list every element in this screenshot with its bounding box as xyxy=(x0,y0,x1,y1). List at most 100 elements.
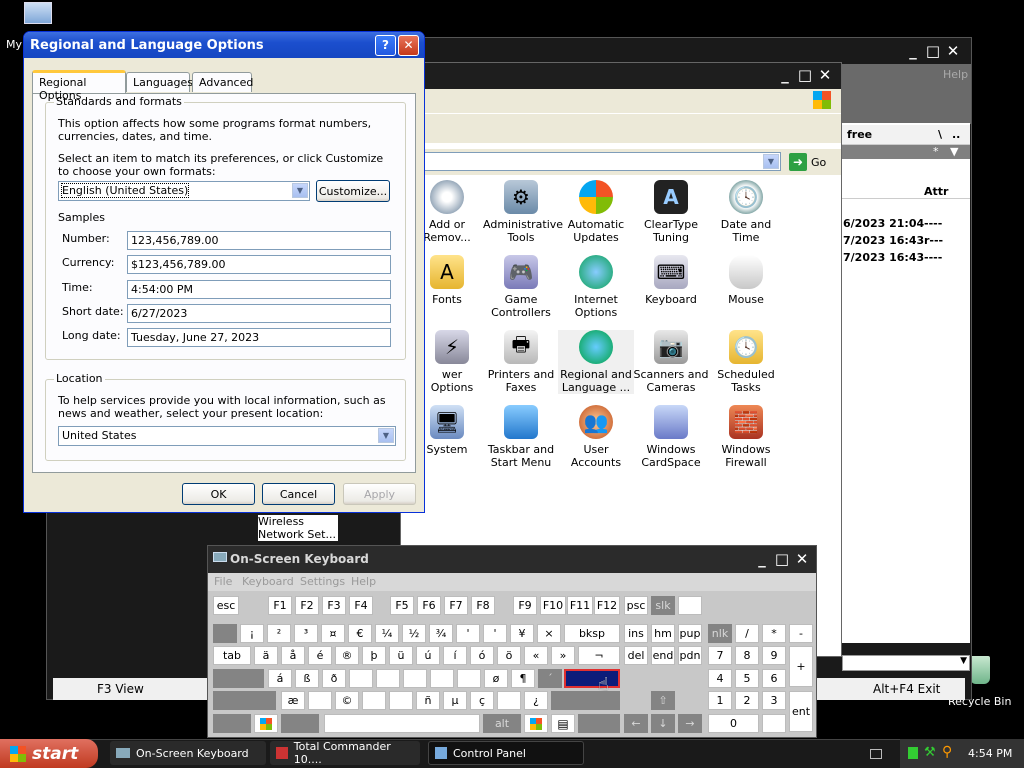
tray-keyboard-icon[interactable] xyxy=(870,749,882,759)
cp-item-wireless-network[interactable]: Wireless Network Set... xyxy=(258,515,338,541)
ok-button[interactable]: OK xyxy=(182,483,255,505)
tc-minimize-button[interactable]: _ xyxy=(903,42,923,60)
osk-key[interactable]: ' xyxy=(483,624,507,643)
osk-key[interactable]: 3 xyxy=(762,691,786,710)
help-button[interactable]: ? xyxy=(375,34,396,56)
cp-item-fonts[interactable]: A Fonts xyxy=(420,255,474,306)
osk-key[interactable]: ç xyxy=(470,691,494,710)
cp-item-printers-faxes[interactable]: 🖶 Printers and Faxes xyxy=(483,330,559,394)
tc-root-button[interactable]: \ xyxy=(938,128,942,141)
osk-key[interactable]: esc xyxy=(213,596,239,615)
taskbar-item-total-commander[interactable]: Total Commander 10.... xyxy=(270,740,420,766)
tab-languages[interactable]: Languages xyxy=(126,72,193,92)
osk-key[interactable]: 2 xyxy=(735,691,759,710)
osk-key[interactable]: 4 xyxy=(708,669,732,688)
osk-key[interactable]: slk xyxy=(651,596,675,615)
osk-key[interactable]: ' xyxy=(456,624,480,643)
osk-key[interactable] xyxy=(389,691,413,710)
cp-item-add-remove[interactable]: Add or Remov... xyxy=(420,180,474,244)
osk-key[interactable]: 7 xyxy=(708,646,732,665)
tc-command-dropdown-icon[interactable]: ▼ xyxy=(960,656,967,666)
osk-key[interactable]: ö xyxy=(497,646,521,665)
osk-key[interactable]: F10 xyxy=(540,596,566,615)
osk-key[interactable]: ¿ xyxy=(524,691,548,710)
osk-ctrl-key[interactable] xyxy=(213,714,251,733)
cp-item-taskbar-start-menu[interactable]: Taskbar and Start Menu xyxy=(483,405,559,469)
osk-key[interactable]: F2 xyxy=(295,596,319,615)
osk-key[interactable]: æ xyxy=(281,691,305,710)
osk-menu-settings[interactable]: Settings xyxy=(300,575,345,588)
cp-item-power-options[interactable]: ⚡ wer Options xyxy=(420,330,484,394)
osk-key[interactable]: tab xyxy=(213,646,251,665)
apply-button[interactable]: Apply xyxy=(343,483,416,505)
osk-key[interactable]: ½ xyxy=(402,624,426,643)
osk-shift-key[interactable] xyxy=(213,691,276,710)
tools-icon[interactable]: ⚒ xyxy=(924,745,936,760)
location-select[interactable]: United States ▼ xyxy=(58,426,396,446)
osk-key[interactable]: ins xyxy=(624,624,648,643)
cp-item-keyboard[interactable]: ⌨ Keyboard xyxy=(633,255,709,306)
close-button[interactable]: ✕ xyxy=(398,34,419,56)
osk-key[interactable]: × xyxy=(537,624,561,643)
osk-key[interactable]: F8 xyxy=(471,596,495,615)
osk-shift-key-right[interactable] xyxy=(551,691,620,710)
osk-alt-key-right[interactable]: alt xyxy=(483,714,521,733)
osk-key[interactable]: pdn xyxy=(678,646,702,665)
osk-key[interactable] xyxy=(762,714,786,733)
tc-up-button[interactable]: .. xyxy=(952,128,960,141)
osk-key[interactable]: » xyxy=(551,646,575,665)
osk-key[interactable]: ð xyxy=(322,669,346,688)
osk-windows-key[interactable] xyxy=(254,714,278,733)
clock[interactable]: 4:54 PM xyxy=(968,747,1012,760)
osk-key[interactable]: ¾ xyxy=(429,624,453,643)
osk-key[interactable]: bksp xyxy=(564,624,620,643)
taskbar-item-control-panel[interactable]: Control Panel xyxy=(428,741,584,765)
osk-key[interactable]: 1 xyxy=(708,691,732,710)
cp-item-regional-language[interactable]: Regional and Language ... xyxy=(558,330,634,394)
osk-key[interactable]: end xyxy=(651,646,675,665)
tc-attr-header[interactable]: Attr xyxy=(924,185,948,198)
osk-menu-file[interactable]: File xyxy=(214,575,232,588)
osk-maximize-button[interactable]: □ xyxy=(772,550,792,568)
osk-key[interactable] xyxy=(349,669,373,688)
osk-key[interactable]: F7 xyxy=(444,596,468,615)
osk-key[interactable]: á xyxy=(268,669,292,688)
osk-key[interactable]: F1 xyxy=(268,596,292,615)
cp-item-cleartype[interactable]: A ClearType Tuning xyxy=(633,180,709,244)
osk-key[interactable]: ¬ xyxy=(578,646,620,665)
osk-alt-key-left[interactable] xyxy=(281,714,319,733)
tc-maximize-button[interactable]: □ xyxy=(923,42,943,60)
cp-item-scanners-cameras[interactable]: 📷 Scanners and Cameras xyxy=(633,330,709,394)
cp-maximize-button[interactable]: □ xyxy=(795,66,815,84)
osk-key[interactable]: hm xyxy=(651,624,675,643)
tc-altf4-exit-button[interactable]: Alt+F4 Exit xyxy=(873,682,940,696)
network-icon[interactable] xyxy=(908,747,918,759)
osk-key[interactable]: 0 xyxy=(708,714,759,733)
recycle-bin-icon[interactable] xyxy=(970,656,994,688)
cp-item-cardspace[interactable]: Windows CardSpace xyxy=(633,405,709,469)
osk-key[interactable]: é xyxy=(308,646,332,665)
cp-item-game-controllers[interactable]: 🎮 Game Controllers xyxy=(483,255,559,319)
osk-key[interactable]: ® xyxy=(335,646,359,665)
osk-key[interactable]: þ xyxy=(362,646,386,665)
osk-key[interactable]: 5 xyxy=(735,669,759,688)
tc-f3-view-button[interactable]: F3 View xyxy=(97,682,144,696)
osk-arrow-down-key[interactable]: ↓ xyxy=(651,714,675,733)
osk-key[interactable]: F12 xyxy=(594,596,620,615)
osk-key[interactable] xyxy=(457,669,481,688)
osk-key[interactable]: 6 xyxy=(762,669,786,688)
osk-key[interactable] xyxy=(376,669,400,688)
osk-key[interactable]: ent xyxy=(789,691,813,732)
osk-minimize-button[interactable]: _ xyxy=(752,550,772,568)
tc-filter-dropdown-icon[interactable]: ▼ xyxy=(950,145,958,158)
osk-spacebar-key[interactable] xyxy=(324,714,480,733)
osk-key[interactable]: 8 xyxy=(735,646,759,665)
osk-key[interactable]: pup xyxy=(678,624,702,643)
osk-key[interactable]: © xyxy=(335,691,359,710)
chevron-down-icon[interactable]: ▼ xyxy=(378,428,394,443)
osk-key[interactable]: del xyxy=(624,646,648,665)
cp-item-scheduled-tasks[interactable]: 🕓 Scheduled Tasks xyxy=(708,330,784,394)
osk-key[interactable]: / xyxy=(735,624,759,643)
osk-key[interactable]: € xyxy=(348,624,372,643)
osk-key[interactable]: - xyxy=(789,624,813,643)
